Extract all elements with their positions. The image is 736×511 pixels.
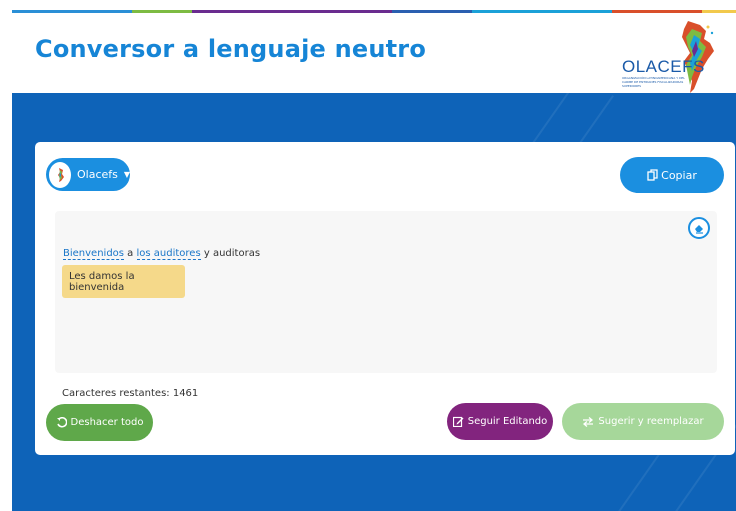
chevron-down-icon: ▼ (123, 170, 131, 179)
page-title: Conversor a lenguaje neutro (35, 35, 427, 63)
logo-wordmark: OLACEFS (622, 57, 705, 76)
sentence-text-rest: y auditoras (200, 248, 261, 259)
keep-editing-button[interactable]: Seguir Editando (447, 403, 553, 440)
flagged-word[interactable]: Bienvenidos (63, 248, 124, 260)
logo-subtext: ORGANIZACIÓN LATINOAMERICANA Y DEL CARIB… (622, 76, 685, 88)
sentence-text: a (124, 248, 137, 259)
app-header: Conversor a lenguaje neutro OLACEFS ORGA… (12, 13, 736, 93)
keep-editing-label: Seguir Editando (467, 416, 548, 427)
org-selector-dropdown[interactable]: Olacefs ▼ (46, 158, 130, 191)
editor-sentence: Bienvenidos a los auditores y auditoras (63, 248, 261, 260)
suggest-replace-button[interactable]: Sugerir y reemplazar (562, 403, 724, 440)
edit-icon (452, 416, 464, 427)
undo-all-button[interactable]: Deshacer todo (46, 404, 153, 441)
olacefs-logo[interactable]: OLACEFS ORGANIZACIÓN LATINOAMERICANA Y D… (616, 19, 728, 99)
olacefs-logo-icon (49, 161, 71, 188)
org-selector-label: Olacefs (77, 168, 118, 181)
suggestion-chip[interactable]: Les damos la bienvenida (62, 265, 185, 298)
suggest-replace-label: Sugerir y reemplazar (598, 416, 704, 427)
swap-arrows-icon (583, 416, 594, 427)
clear-text-button[interactable] (688, 217, 710, 239)
copy-icon (647, 169, 658, 181)
flagged-phrase[interactable]: los auditores (136, 248, 201, 260)
undo-all-label: Deshacer todo (70, 417, 144, 428)
undo-icon (56, 417, 67, 428)
eraser-icon (695, 225, 703, 234)
copy-button[interactable]: Copiar (620, 157, 724, 193)
chars-remaining: Caracteres restantes: 1461 (62, 388, 199, 399)
copy-button-label: Copiar (661, 168, 697, 182)
